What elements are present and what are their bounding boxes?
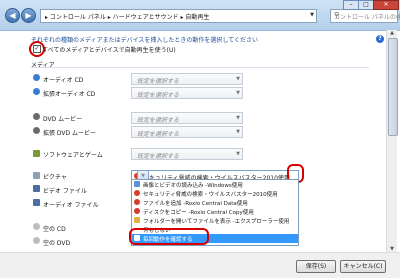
back-icon[interactable]: ◀ [5, 8, 20, 23]
option-label: フォルダーを開いてファイルを表示 -エクスプローラー使用 [143, 219, 290, 225]
row-label: ピクチャ [43, 174, 67, 181]
address-bar-area: ◀ ▶ ▸ コントロール パネル ▸ ハードウェアとサウンド ▸ 自動再生 ▼ … [0, 0, 400, 31]
combo-value: 既定を選択する [137, 78, 180, 85]
roxio-icon [134, 199, 140, 205]
combo-value: 既定を選択する [137, 131, 180, 138]
save-button[interactable]: 保存(S) [296, 260, 336, 273]
forward-icon[interactable]: ▶ [21, 8, 36, 23]
search-icon[interactable]: ⚲ [334, 11, 395, 19]
chevron-down-icon: ▼ [236, 151, 240, 157]
windows-icon [134, 181, 140, 187]
cd-icon [33, 74, 40, 81]
chevron-down-icon: ▼ [236, 90, 240, 96]
intro-text: それぞれの種類のメディアまたはデバイスを挿入したときの動作を選択してください [31, 37, 259, 44]
dvd-icon [33, 127, 40, 134]
media-combo[interactable]: 既定を選択する ▼ [131, 87, 243, 99]
close-icon[interactable]: ✕ [373, 0, 399, 10]
chevron-down-icon: ▼ [236, 76, 240, 82]
media-combo[interactable]: 既定を選択する ▼ [131, 126, 243, 138]
cancel-button[interactable]: キャンセル(C) [340, 260, 386, 273]
scrollbar-thumb[interactable] [388, 38, 398, 136]
chevron-down-icon: ▼ [236, 129, 240, 135]
combo-value: 既定を選択する [137, 117, 180, 124]
row-label: 拡張オーディオ CD [43, 91, 96, 98]
breadcrumb: ▸ コントロール パネル ▸ ハードウェアとサウンド ▸ 自動再生 [45, 14, 210, 21]
software-icon [33, 150, 40, 157]
dropdown-option[interactable]: セキュリティ脅威の検索・ウイルスバスター2010使用 [132, 189, 298, 198]
button-bar: 保存(S) キャンセル(C) [0, 252, 400, 278]
maximize-icon[interactable]: □ [358, 0, 374, 10]
highlight-circle [129, 228, 209, 245]
dropdown-option[interactable]: 画像とビデオの読み込み -Windows使用 [132, 180, 298, 189]
row-label: DVD ムービー [43, 116, 83, 123]
audio-file-icon [33, 199, 40, 206]
scroll-up-icon[interactable]: ▲ [388, 30, 396, 36]
section-divider [31, 67, 369, 68]
autoplay-checkbox-label: すべてのメディアとデバイスで自動再生を使う(U) [42, 47, 176, 54]
dropdown-option[interactable]: フォルダーを開いてファイルを表示 -エクスプローラー使用 [132, 216, 298, 225]
row-label: 空の DVD [43, 240, 71, 247]
folder-icon [134, 217, 140, 223]
row-label: オーディオ CD [43, 77, 84, 84]
media-combo[interactable]: 既定を選択する ▼ [131, 73, 243, 85]
scrollbar[interactable]: ▲ ▼ [386, 30, 398, 252]
row-label: ソフトウェアとゲーム [43, 152, 103, 159]
roxio-icon [134, 208, 140, 214]
combo-value: 既定を選択する [137, 92, 180, 99]
chevron-down-icon[interactable]: ▼ [310, 12, 314, 18]
row-label: オーディオ ファイル [43, 202, 99, 209]
row-label: 空の CD [43, 226, 66, 233]
address-field[interactable]: ▸ コントロール パネル ▸ ハードウェアとサウンド ▸ 自動再生 ▼ [40, 9, 317, 23]
video-file-icon [33, 185, 40, 192]
chevron-down-icon: ▼ [236, 115, 240, 121]
combo-value: 既定を選択する [137, 153, 180, 160]
option-label: 画像とビデオの読み込み -Windows使用 [143, 183, 243, 189]
dropdown-option[interactable]: ディスクをコピー -Roxio Central Copy使用 [132, 207, 298, 216]
option-label: ファイルを追加 -Roxio Central Data使用 [143, 201, 248, 207]
option-label: セキュリティ脅威の検索・ウイルスバスター2010使用 [143, 192, 278, 198]
media-combo[interactable]: 既定を選択する ▼ [131, 148, 243, 160]
help-icon[interactable]: ? [376, 35, 384, 43]
dvd-icon [33, 113, 40, 120]
option-label: ディスクをコピー -Roxio Central Copy使用 [143, 210, 254, 216]
blank-dvd-icon [33, 237, 40, 244]
row-label: ビデオ ファイル [43, 188, 87, 195]
search-input[interactable]: コントロール パネルの検... ⚲ [330, 9, 400, 23]
picture-icon [33, 172, 40, 179]
dropdown-option[interactable]: ファイルを追加 -Roxio Central Data使用 [132, 198, 298, 207]
media-combo[interactable]: 既定を選択する ▼ [131, 112, 243, 124]
row-label: 拡張 DVD ムービー [43, 130, 97, 137]
virus-buster-icon [134, 190, 140, 196]
cd-icon [33, 88, 40, 95]
blank-cd-icon [33, 223, 40, 230]
minimize-icon[interactable]: – [343, 0, 359, 10]
